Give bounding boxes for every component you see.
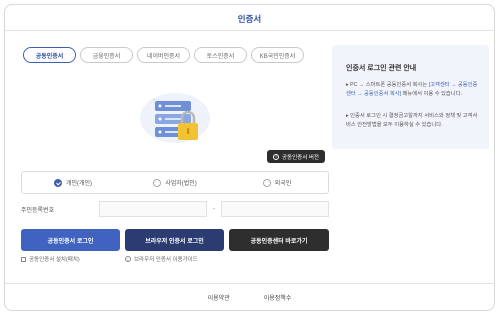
tab-joint-cert[interactable]: 공동인증서 <box>23 47 76 63</box>
radio-individual[interactable]: 개인(개인) <box>22 178 124 187</box>
cert-center-button[interactable]: 공동인증센터 바로가기 <box>229 229 329 251</box>
note-text: PC → 스마트폰 공동인증서 복사는 <box>350 82 429 88</box>
info-note-1: ▸ PC → 스마트폰 공동인증서 복사는 [고객센터 → 공동인증센터 → 공… <box>346 82 478 97</box>
info-note-2: ▸ 인증서 로그인 시 결정금고알까지 서비스와 정책 및 고객서비스 안전방법… <box>346 113 478 128</box>
id-number-front-input[interactable] <box>99 201 207 217</box>
radio-unchecked-icon <box>262 178 271 187</box>
radio-label: 사업자(법인) <box>165 181 197 187</box>
radio-label: 개인(개인) <box>65 181 93 187</box>
tab-finance-cert[interactable]: 금융인증서 <box>80 47 133 63</box>
radio-checked-icon <box>53 178 62 187</box>
footer-divider <box>5 283 494 284</box>
id-number-back-input[interactable] <box>221 201 329 217</box>
info-panel: 인증서 로그인 관련 안내 ▸ PC → 스마트폰 공동인증서 복사는 [고객센… <box>332 45 489 149</box>
id-number-row: 주민등록번호 - <box>21 199 329 219</box>
id-number-label: 주민등록번호 <box>21 207 55 214</box>
tab-toss-cert[interactable]: 토스인증서 <box>194 47 247 63</box>
user-type-radio-group: 개인(개인) 사업자(법인) 외국인 <box>21 171 329 194</box>
tab-naver-cert[interactable]: 네이버인증서 <box>137 47 190 63</box>
dialog-window: 인증서 공동인증서 금융인증서 네이버인증서 토스인증서 KB국민인증서 i 공… <box>4 4 495 311</box>
version-button[interactable]: i 공동인증서 버전 <box>267 150 325 163</box>
guide-link-label: 브라우저 인증서 이용가이드 <box>134 257 198 263</box>
page-title: 인증서 <box>237 14 262 24</box>
id-separator: - <box>212 205 216 213</box>
info-icon: i <box>273 153 279 160</box>
cert-tabs: 공동인증서 금융인증서 네이버인증서 토스인증서 KB국민인증서 <box>23 47 304 63</box>
cert-login-button[interactable]: 공동인증서 로그인 <box>21 229 120 251</box>
radio-label: 외국인 <box>274 181 292 187</box>
install-link-label: 공동인증서 설치(패치) <box>29 257 80 263</box>
version-button-label: 공동인증서 버전 <box>282 154 319 161</box>
install-link[interactable]: 공동인증서 설치(패치) <box>21 255 80 263</box>
guide-link[interactable]: i 브라우저 인증서 이용가이드 <box>125 255 198 263</box>
info-panel-title: 인증서 로그인 관련 안내 <box>346 65 417 72</box>
checkbox-icon <box>21 256 26 262</box>
note-text: 인증서 로그인 시 결정금고알까지 서비스와 정책 및 고객서비스 안전방법을 … <box>346 113 478 128</box>
tab-kb-cert[interactable]: KB국민인증서 <box>251 47 304 63</box>
footer-link-terms[interactable]: 이용약관 <box>208 293 230 302</box>
note-text: 메뉴에서 이용 수 있습니다. <box>401 90 463 97</box>
radio-foreigner[interactable]: 외국인 <box>226 178 328 187</box>
browser-cert-login-button[interactable]: 브라우저 인증서 로그인 <box>125 229 224 251</box>
radio-unchecked-icon <box>153 178 162 187</box>
radio-business[interactable]: 사업자(법인) <box>124 178 226 187</box>
footer: 이용약관 이용정책수 <box>5 293 494 302</box>
footer-link-policy[interactable]: 이용정책수 <box>264 293 292 302</box>
info-circle-icon: i <box>125 256 131 262</box>
header-divider <box>5 30 494 31</box>
server-lock-icon <box>152 98 198 140</box>
